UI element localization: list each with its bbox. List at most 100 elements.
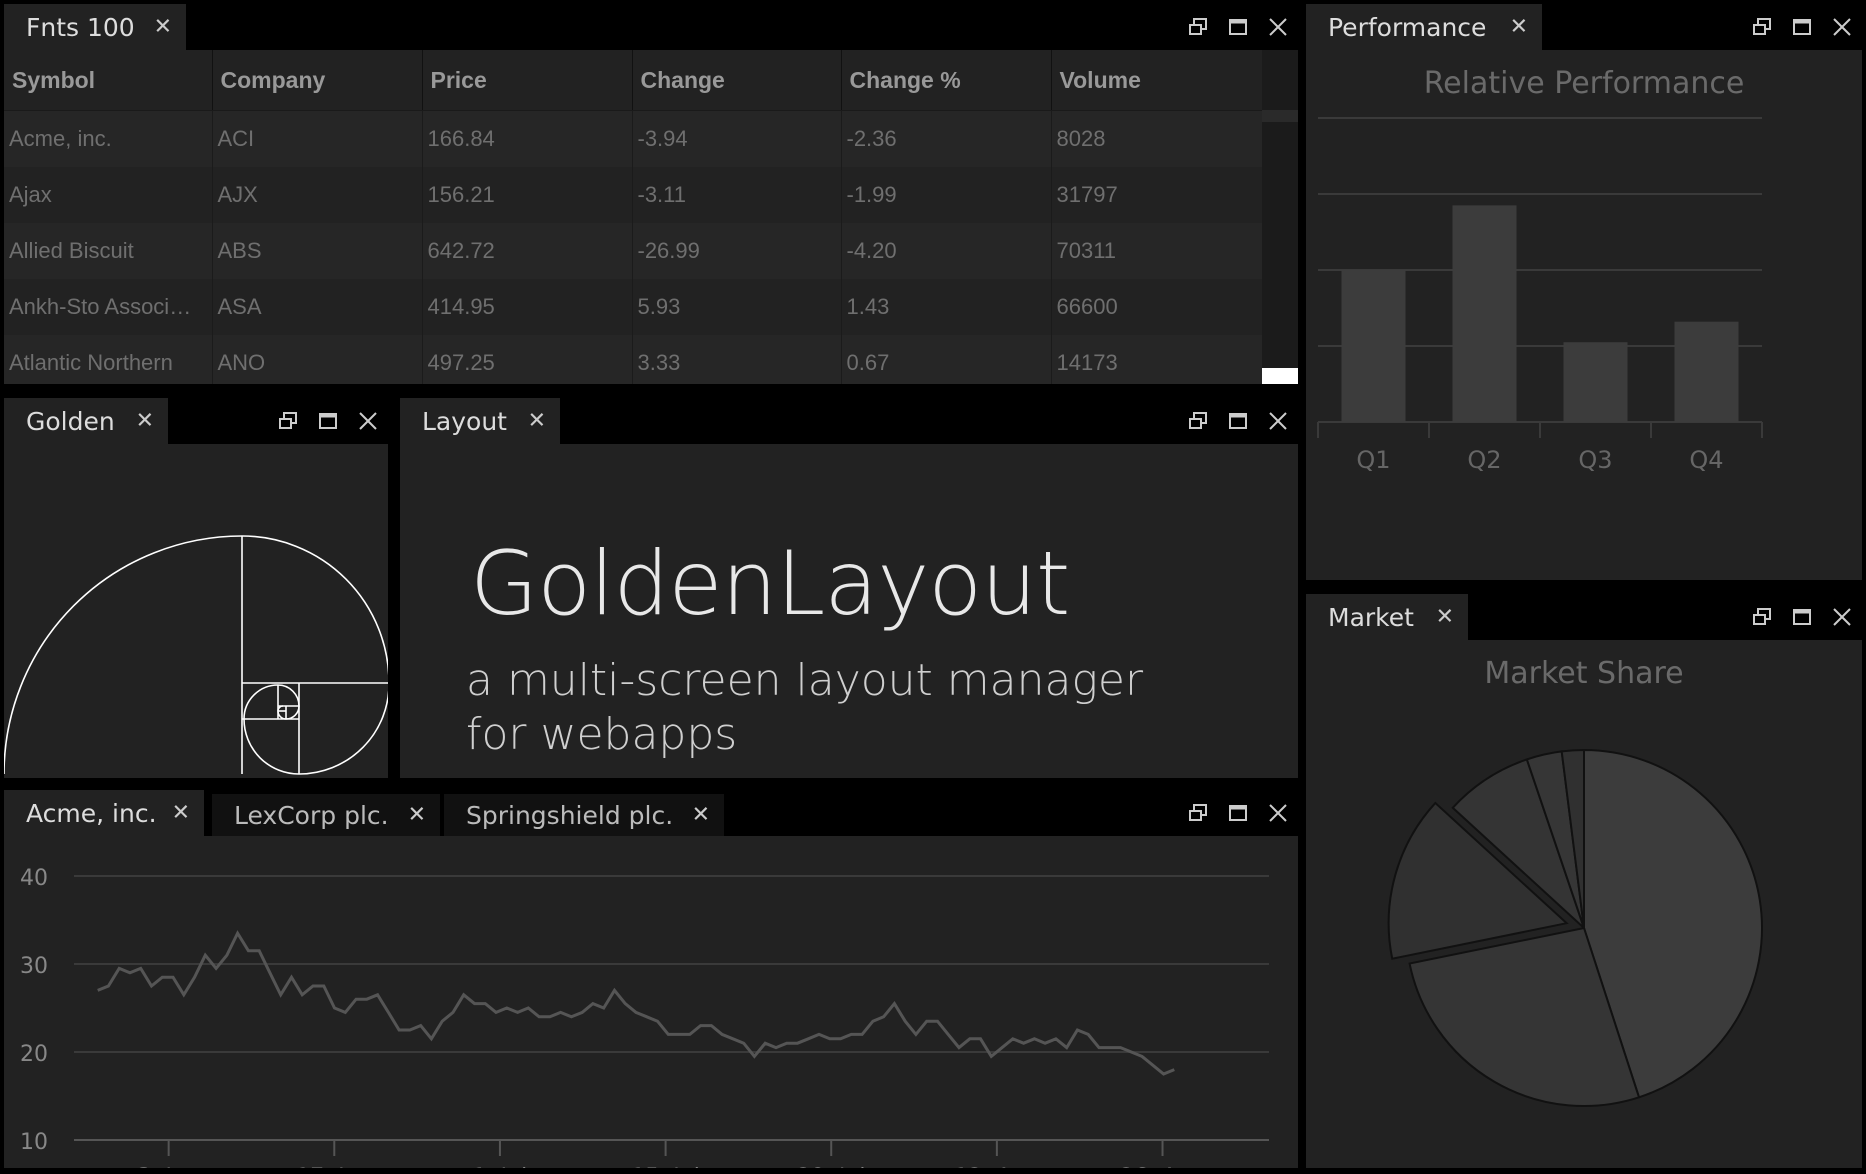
- close-icon[interactable]: ✕: [528, 409, 546, 434]
- x-tick-label: 26. Aug: [1120, 1165, 1205, 1168]
- column-header[interactable]: Price: [422, 50, 633, 111]
- close-icon[interactable]: ✕: [136, 409, 154, 434]
- window-controls: [1742, 4, 1862, 50]
- panel-header: Performance ✕: [1306, 4, 1862, 50]
- window-controls: [1742, 594, 1862, 640]
- table-cell-company: ACI: [212, 110, 423, 167]
- panel-header: Market ✕: [1306, 594, 1862, 640]
- table-cell-company: ANO: [212, 335, 423, 384]
- close-icon[interactable]: ✕: [154, 15, 172, 40]
- tab-layout[interactable]: Layout ✕: [400, 398, 560, 444]
- table-row[interactable]: Ankh-Sto Associ… ASA 414.95 5.93 1.43 66600: [4, 279, 1263, 335]
- tab-springshield[interactable]: Springshield plc. ✕: [444, 794, 724, 836]
- table-cell-symbol: Ajax: [4, 167, 213, 223]
- maximize-icon[interactable]: [1218, 793, 1258, 833]
- market-panel: Market ✕ Market Share: [1306, 594, 1862, 1168]
- table-cell-change: 3.33: [632, 335, 842, 384]
- column-header[interactable]: Change: [632, 50, 842, 111]
- table-row[interactable]: Acme, inc. ACI 166.84 -3.94 -2.36 8028: [4, 110, 1263, 167]
- table-cell-volume: 14173: [1051, 335, 1263, 384]
- tab-fnts-100[interactable]: Fnts 100 ✕: [4, 4, 186, 50]
- x-tick-label: 1. Jul: [473, 1165, 528, 1168]
- popout-icon[interactable]: [1742, 597, 1782, 637]
- column-header[interactable]: Company: [212, 50, 423, 111]
- table-cell-symbol: Acme, inc.: [4, 110, 213, 167]
- close-icon[interactable]: ✕: [692, 803, 710, 828]
- x-tick-label: 17. Jun: [296, 1165, 372, 1168]
- column-header[interactable]: Change %: [841, 50, 1052, 111]
- close-icon[interactable]: [1822, 7, 1862, 47]
- table-cell-volume: 31797: [1051, 167, 1263, 223]
- close-icon[interactable]: ✕: [1510, 15, 1528, 40]
- performance-panel: Performance ✕ Relative Performance Q1 Q2 Q…: [1306, 4, 1862, 580]
- close-icon[interactable]: ✕: [408, 803, 426, 828]
- maximize-icon[interactable]: [1782, 7, 1822, 47]
- tab-label: Fnts 100: [26, 12, 135, 42]
- y-tick-label: 10: [20, 1130, 48, 1155]
- tab-acme[interactable]: Acme, inc. ✕: [4, 790, 204, 836]
- stock-chart-panel: Acme, inc. ✕ LexCorp plc. ✕ Springshield…: [4, 790, 1298, 1168]
- close-icon[interactable]: [1258, 401, 1298, 441]
- maximize-icon[interactable]: [1218, 7, 1258, 47]
- scroll-corner: [1262, 368, 1298, 384]
- panel-header: Fnts 100 ✕: [4, 4, 1298, 50]
- popout-icon[interactable]: [1742, 7, 1782, 47]
- popout-icon[interactable]: [268, 401, 308, 441]
- tab-label: Springshield plc.: [466, 800, 674, 830]
- bar: [1563, 342, 1628, 422]
- column-header[interactable]: Symbol: [4, 50, 213, 111]
- table-cell-price: 156.21: [422, 167, 633, 223]
- table-cell-volume: 8028: [1051, 110, 1263, 167]
- table-row[interactable]: Atlantic Northern ANO 497.25 3.33 0.67 14173: [4, 335, 1263, 384]
- close-icon[interactable]: [1258, 793, 1298, 833]
- popout-icon[interactable]: [1178, 793, 1218, 833]
- close-icon[interactable]: [1258, 7, 1298, 47]
- tab-lexcorp[interactable]: LexCorp plc. ✕: [212, 794, 440, 836]
- panel-header: Acme, inc. ✕ LexCorp plc. ✕ Springshield…: [4, 790, 1298, 836]
- tab-label: Performance: [1328, 12, 1487, 42]
- table-cell-volume: 66600: [1051, 279, 1263, 335]
- x-tick-label: 12. Aug: [954, 1165, 1039, 1168]
- stock-chart-body: 40 30 20 10 3. Jun 17. Jun 1. Jul 15. Jul 29. Ju…: [4, 836, 1298, 1168]
- window-controls: [1178, 398, 1298, 444]
- bar: [1452, 205, 1517, 422]
- table-cell-symbol: Allied Biscuit: [4, 223, 213, 279]
- maximize-icon[interactable]: [1218, 401, 1258, 441]
- y-tick-label: 20: [20, 1042, 48, 1067]
- tab-market[interactable]: Market ✕: [1306, 594, 1468, 640]
- tab-golden[interactable]: Golden ✕: [4, 398, 168, 444]
- tab-performance[interactable]: Performance ✕: [1306, 4, 1542, 50]
- table-body: Symbol Company Price Change Change % Volume A…: [4, 50, 1298, 384]
- table-cell-change-pct: -2.36: [841, 110, 1052, 167]
- column-header[interactable]: Volume: [1051, 50, 1263, 111]
- table-cell-change: -3.11: [632, 167, 842, 223]
- popout-icon[interactable]: [1178, 401, 1218, 441]
- x-tick-label: Q4: [1689, 446, 1723, 474]
- page-title: GoldenLayout: [470, 532, 1070, 635]
- stocks-table: Symbol Company Price Change Change % Volume A…: [4, 50, 1263, 384]
- layout-panel: Layout ✕ GoldenLayout a multi-screen lay…: [400, 398, 1298, 778]
- window-controls: [1178, 790, 1298, 836]
- table-cell-change-pct: -1.99: [841, 167, 1052, 223]
- popout-icon[interactable]: [1178, 7, 1218, 47]
- maximize-icon[interactable]: [1782, 597, 1822, 637]
- table-row[interactable]: Ajax AJX 156.21 -3.11 -1.99 31797: [4, 167, 1263, 223]
- table-cell-change-pct: -4.20: [841, 223, 1052, 279]
- tab-label: Layout: [422, 406, 507, 436]
- close-icon[interactable]: ✕: [1436, 605, 1454, 630]
- golden-panel: Golden ✕: [4, 398, 388, 778]
- table-header-row: Symbol Company Price Change Change % Volume: [4, 50, 1263, 111]
- table-cell-symbol: Atlantic Northern: [4, 335, 213, 384]
- close-icon[interactable]: [348, 401, 388, 441]
- x-tick-label: 15. Jul: [631, 1165, 700, 1168]
- close-icon[interactable]: [1822, 597, 1862, 637]
- table-cell-company: AJX: [212, 167, 423, 223]
- tab-label: Market: [1328, 602, 1414, 632]
- scrollbar-thumb[interactable]: [1262, 110, 1298, 122]
- vertical-scrollbar[interactable]: [1262, 50, 1298, 384]
- y-tick-label: 40: [20, 866, 48, 891]
- table-row[interactable]: Allied Biscuit ABS 642.72 -26.99 -4.20 70311: [4, 223, 1263, 279]
- table-cell-price: 642.72: [422, 223, 633, 279]
- maximize-icon[interactable]: [308, 401, 348, 441]
- close-icon[interactable]: ✕: [172, 801, 190, 826]
